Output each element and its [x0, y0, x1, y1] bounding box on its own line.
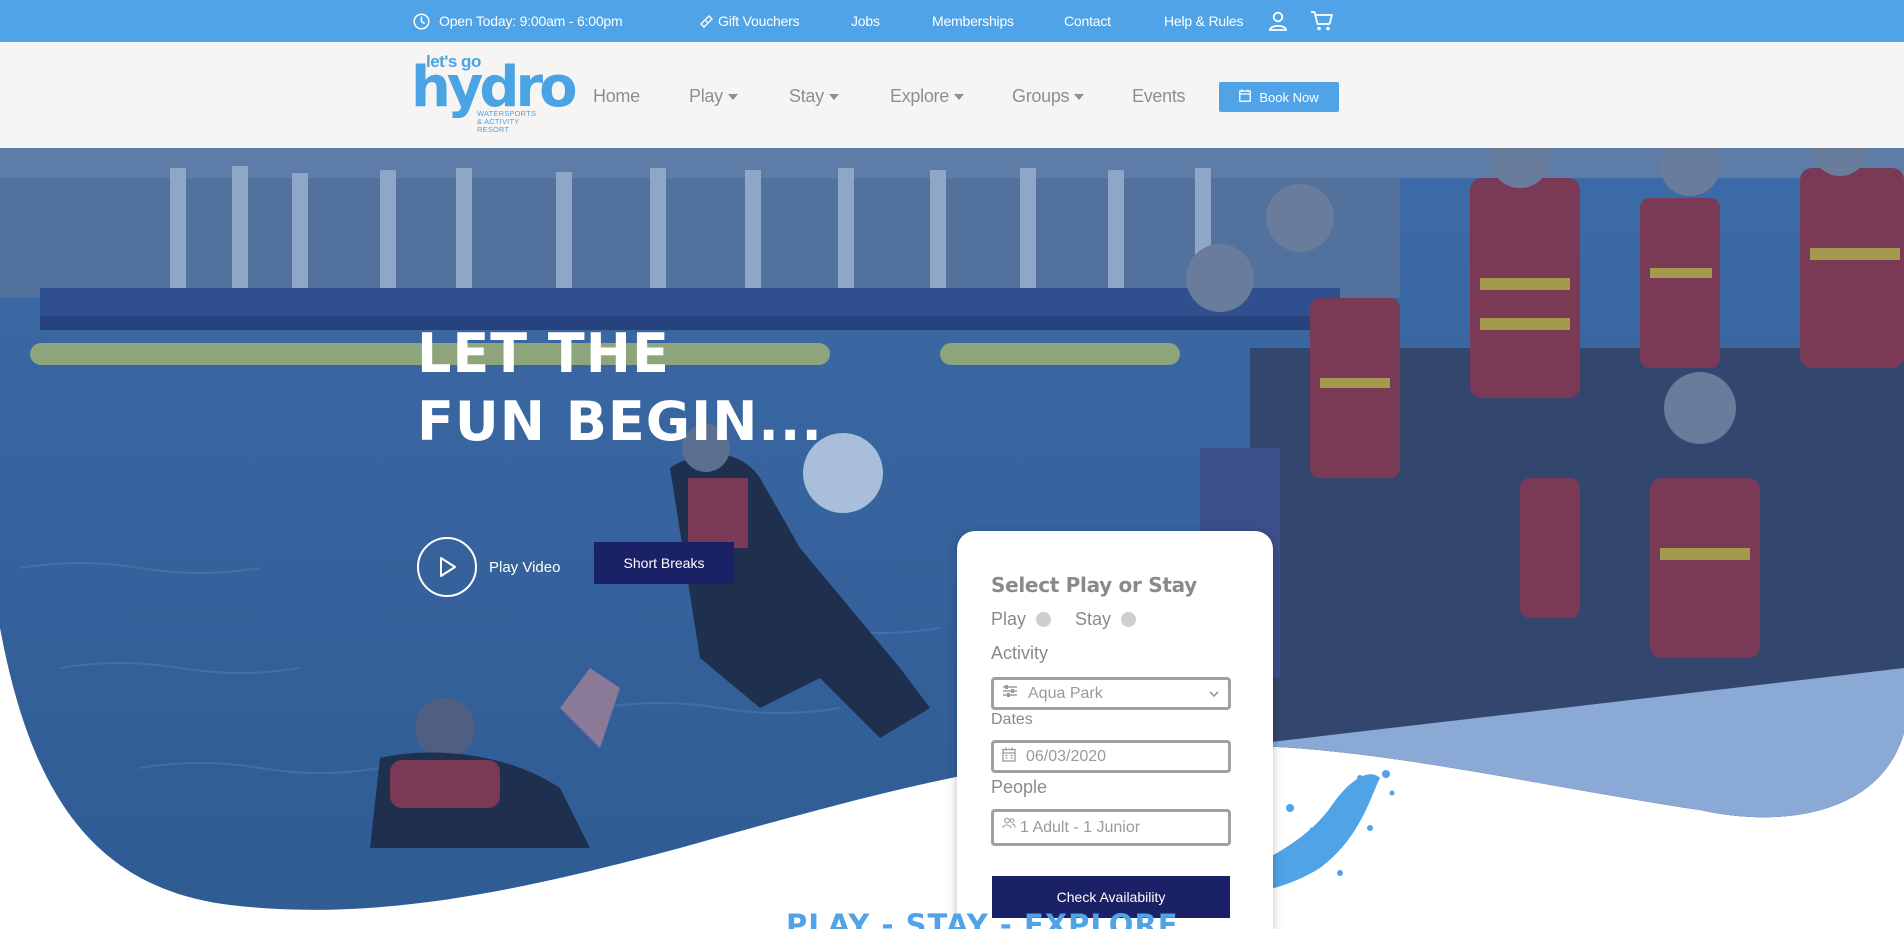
hero-section: LET THE FUN BEGIN... Play Video Short Br…	[0, 148, 1904, 929]
stay-option-label: Stay	[1075, 609, 1112, 629]
jobs-label: Jobs	[851, 13, 880, 29]
people-label: People	[991, 777, 1048, 797]
nav-play[interactable]: Play	[689, 42, 738, 150]
dates-input[interactable]: 06/03/2020	[991, 740, 1231, 773]
gift-vouchers-label: Gift Vouchers	[718, 13, 800, 29]
logo-hydro: hydro	[411, 55, 578, 120]
cart-button[interactable]	[1310, 0, 1334, 42]
dates-value: 06/03/2020	[1026, 747, 1107, 765]
check-availability-label: Check Availability	[1056, 889, 1166, 905]
gift-vouchers-link[interactable]: Gift Vouchers	[699, 0, 800, 42]
sliders-icon	[1002, 684, 1018, 703]
caret-down-icon	[1074, 94, 1085, 100]
activity-label: Activity	[991, 643, 1049, 663]
short-breaks-button[interactable]: Short Breaks	[594, 542, 734, 584]
play-video-label: Play Video	[489, 558, 561, 576]
nav-home[interactable]: Home	[593, 42, 640, 150]
nav-stay-label: Stay	[789, 85, 824, 106]
play-circle-icon	[417, 537, 477, 597]
book-now-button[interactable]: Book Now	[1219, 82, 1339, 112]
help-rules-link[interactable]: Help & Rules	[1164, 0, 1244, 42]
nav-stay[interactable]: Stay	[789, 42, 839, 150]
activity-value: Aqua Park	[1028, 684, 1103, 702]
calendar-icon	[1002, 747, 1016, 767]
nav-events-label: Events	[1132, 85, 1186, 106]
memberships-label: Memberships	[932, 13, 1014, 29]
chevron-down-icon	[1208, 687, 1220, 705]
short-breaks-label: Short Breaks	[623, 555, 705, 571]
calendar-icon	[1239, 89, 1252, 105]
nav-explore[interactable]: Explore	[890, 42, 964, 150]
caret-down-icon	[953, 94, 964, 100]
booking-widget: Select Play or Stay Play Stay Activity A…	[957, 531, 1273, 929]
nav-play-label: Play	[689, 85, 723, 106]
play-radio[interactable]	[1036, 612, 1052, 627]
account-button[interactable]	[1267, 0, 1289, 42]
booking-title: Select Play or Stay	[991, 573, 1197, 597]
jobs-link[interactable]: Jobs	[851, 0, 880, 42]
help-rules-label: Help & Rules	[1164, 13, 1244, 29]
nav-groups[interactable]: Groups	[1012, 42, 1085, 150]
opening-hours-text: Open Today: 9:00am - 6:00pm	[439, 13, 623, 29]
hero-headline-line2: FUN BEGIN...	[417, 390, 823, 453]
caret-down-icon	[727, 94, 738, 100]
nav-events[interactable]: Events	[1132, 42, 1186, 150]
nav-explore-label: Explore	[890, 85, 949, 106]
hero-headline-line1: LET THE	[417, 322, 670, 385]
activity-select[interactable]: Aqua Park	[991, 677, 1231, 710]
hero-headline: LET THE FUN BEGIN...	[417, 320, 823, 456]
user-icon	[1267, 10, 1289, 32]
stay-radio[interactable]	[1121, 612, 1137, 627]
lets-go-hydro-logo[interactable]: let's go hydro WATERSPORTS & ACTIVITY RE…	[411, 52, 578, 138]
logo-tagline: WATERSPORTS & ACTIVITY RESORT	[477, 109, 537, 134]
hero-background-image	[0, 148, 1904, 910]
cart-icon	[1310, 10, 1334, 32]
opening-hours: Open Today: 9:00am - 6:00pm	[413, 0, 623, 42]
clock-icon	[413, 12, 430, 30]
people-icon	[1002, 816, 1016, 834]
ticket-icon	[699, 14, 714, 29]
section-heading: PLAY - STAY - EXPLORE	[786, 908, 1179, 929]
nav-home-label: Home	[593, 85, 640, 106]
caret-down-icon	[828, 94, 839, 100]
contact-label: Contact	[1064, 13, 1111, 29]
dates-label: Dates	[991, 711, 1033, 728]
play-option-label: Play	[991, 609, 1027, 629]
people-placeholder: 1 Adult - 1 Junior	[1020, 818, 1141, 836]
memberships-link[interactable]: Memberships	[932, 0, 1014, 42]
people-input[interactable]: 1 Adult - 1 Junior	[991, 809, 1231, 846]
nav-groups-label: Groups	[1012, 85, 1070, 106]
contact-link[interactable]: Contact	[1064, 0, 1111, 42]
play-stay-options: Play Stay	[991, 609, 1137, 630]
play-video-button[interactable]: Play Video	[417, 537, 560, 597]
book-now-label: Book Now	[1259, 89, 1319, 105]
top-bar: Open Today: 9:00am - 6:00pm Gift Voucher…	[0, 0, 1904, 42]
